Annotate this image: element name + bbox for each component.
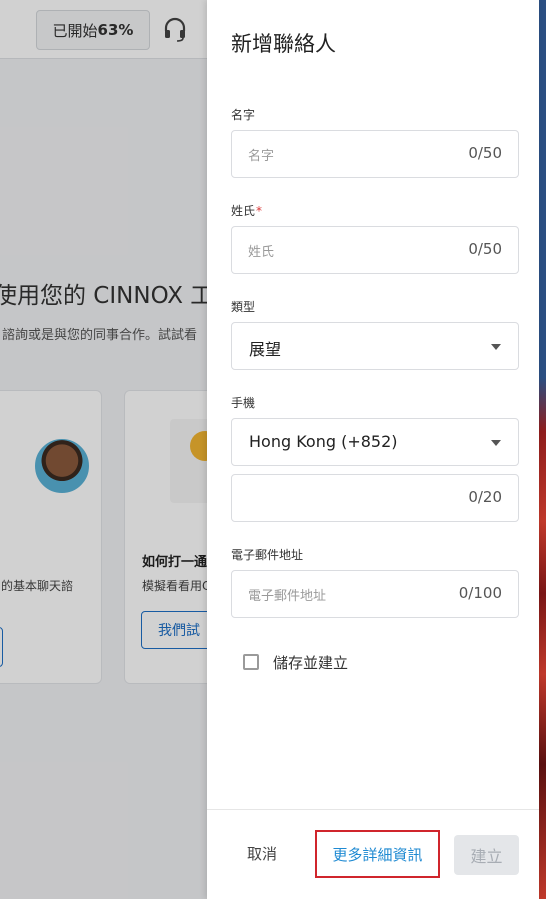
- type-select[interactable]: 展望: [231, 322, 519, 370]
- mobile-number-input[interactable]: 0/20: [231, 474, 519, 522]
- first-name-label: 名字: [231, 108, 256, 122]
- save-and-create-option[interactable]: 儲存並建立: [231, 640, 381, 688]
- email-label: 電子郵件地址: [231, 548, 304, 562]
- save-and-create-checkbox[interactable]: [243, 654, 259, 670]
- email-placeholder: 電子郵件地址: [248, 589, 327, 604]
- background-edge-strip: [539, 0, 546, 899]
- caret-down-icon: [491, 440, 501, 446]
- email-counter: 0/100: [458, 584, 502, 602]
- first-name-placeholder: 名字: [248, 149, 275, 164]
- last-name-label-text: 姓氏: [231, 204, 256, 218]
- add-contact-drawer: 新增聯絡人 名字 名字 0/50 姓氏* 姓氏 0/50 類型 展望 手機 Ho…: [207, 0, 539, 899]
- last-name-counter: 0/50: [468, 240, 502, 258]
- type-label: 類型: [231, 300, 256, 314]
- last-name-label: 姓氏*: [231, 202, 262, 219]
- required-mark: *: [256, 204, 263, 218]
- drawer-title: 新增聯絡人: [231, 32, 336, 56]
- type-value: 展望: [249, 340, 282, 359]
- first-name-counter: 0/50: [468, 144, 502, 162]
- more-details-button[interactable]: 更多詳細資訊: [315, 830, 440, 878]
- email-input[interactable]: 電子郵件地址 0/100: [231, 570, 519, 618]
- last-name-input[interactable]: 姓氏 0/50: [231, 226, 519, 274]
- mobile-counter: 0/20: [468, 488, 502, 506]
- country-code-select[interactable]: Hong Kong (+852): [231, 418, 519, 466]
- cancel-button[interactable]: 取消: [247, 843, 277, 864]
- last-name-placeholder: 姓氏: [248, 245, 275, 260]
- first-name-input[interactable]: 名字 0/50: [231, 130, 519, 178]
- footer-divider: [207, 809, 539, 810]
- create-button[interactable]: 建立: [454, 835, 519, 875]
- save-and-create-label: 儲存並建立: [273, 654, 349, 672]
- caret-down-icon: [491, 344, 501, 350]
- country-code-value: Hong Kong (+852): [249, 432, 398, 451]
- mobile-label: 手機: [231, 396, 256, 410]
